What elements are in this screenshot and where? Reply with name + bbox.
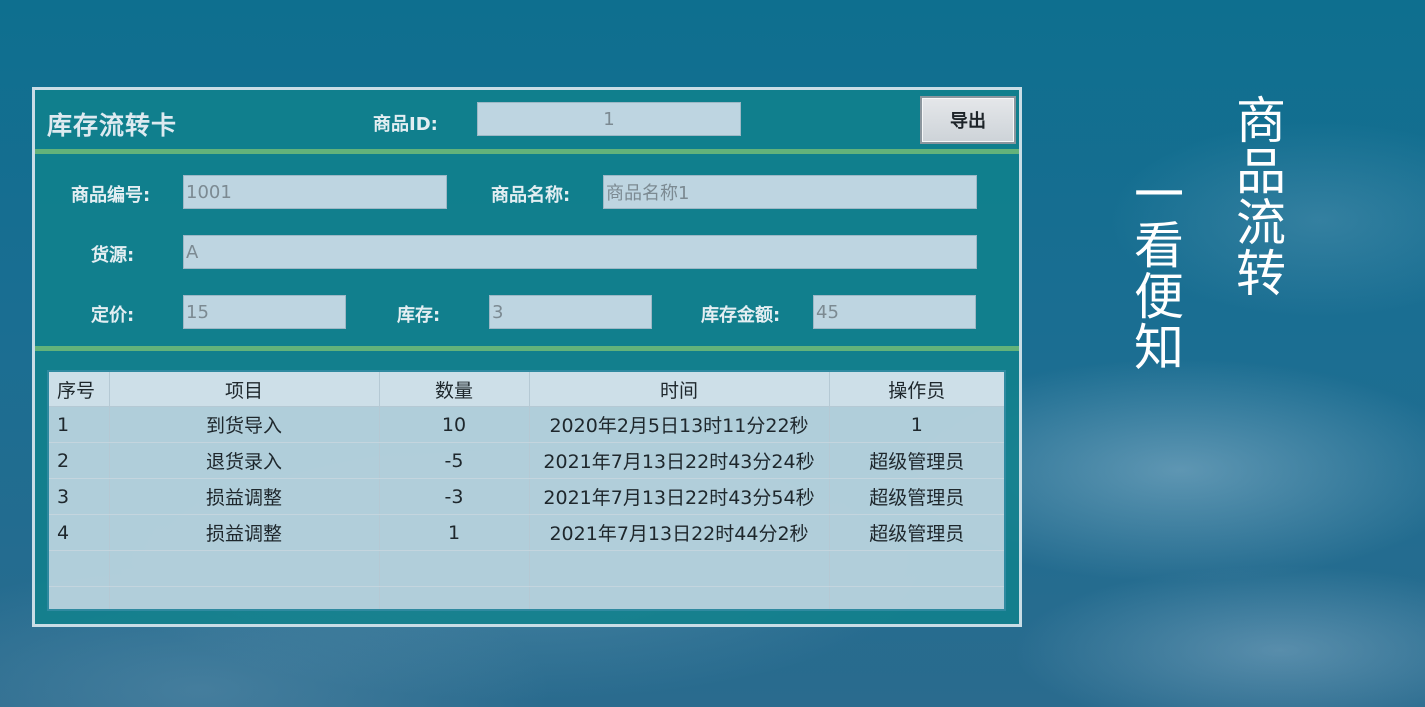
cell-empty	[829, 586, 1004, 609]
source-field[interactable]	[183, 235, 977, 269]
flow-records-table: 序号 项目 数量 时间 操作员 1 到货导入 10 2020年2月5日13时11…	[49, 372, 1004, 609]
cell-time: 2020年2月5日13时11分22秒	[529, 406, 830, 443]
cell-item: 损益调整	[109, 478, 380, 515]
product-id-input[interactable]	[477, 102, 741, 136]
cell-no: 3	[49, 478, 110, 515]
column-header-no[interactable]: 序号	[49, 372, 110, 407]
column-header-item[interactable]: 项目	[109, 372, 380, 407]
slogan-line-1: 商品流转	[1228, 94, 1286, 298]
inventory-flow-card: 库存流转卡 商品ID: 导出 商品编号: 商品名称: 货源: 定价: 库存: 库…	[32, 87, 1022, 627]
stock-amount-label: 库存金额:	[701, 305, 781, 326]
column-header-quantity[interactable]: 数量	[379, 372, 530, 407]
cell-time: 2021年7月13日22时43分54秒	[529, 478, 830, 515]
cell-quantity: 10	[379, 406, 530, 443]
cell-quantity: -3	[379, 478, 530, 515]
cell-time: 2021年7月13日22时43分24秒	[529, 442, 830, 479]
cell-no: 4	[49, 514, 110, 551]
flow-records-grid[interactable]: 序号 项目 数量 时间 操作员 1 到货导入 10 2020年2月5日13时11…	[47, 370, 1006, 611]
price-field[interactable]	[183, 295, 346, 329]
cell-operator: 1	[829, 406, 1004, 443]
cell-empty	[529, 550, 830, 587]
slogan-line-2: 一看便知	[1126, 168, 1184, 372]
cell-item: 损益调整	[109, 514, 380, 551]
cell-operator: 超级管理员	[829, 478, 1004, 515]
table-row-empty[interactable]	[49, 550, 1004, 587]
stock-label: 库存:	[397, 305, 441, 326]
cell-empty	[379, 586, 530, 609]
cell-quantity: 1	[379, 514, 530, 551]
product-id-label: 商品ID:	[373, 114, 438, 135]
cell-operator: 超级管理员	[829, 514, 1004, 551]
cell-empty	[379, 550, 530, 587]
cell-empty	[109, 550, 380, 587]
table-row[interactable]: 4 损益调整 1 2021年7月13日22时44分2秒 超级管理员	[49, 514, 1004, 551]
cell-empty	[829, 550, 1004, 587]
cell-empty	[529, 586, 830, 609]
cell-time: 2021年7月13日22时44分2秒	[529, 514, 830, 551]
card-header: 库存流转卡 商品ID: 导出	[35, 90, 1019, 150]
product-code-field[interactable]	[183, 175, 447, 209]
product-code-label: 商品编号:	[71, 185, 151, 206]
table-row[interactable]: 3 损益调整 -3 2021年7月13日22时43分54秒 超级管理员	[49, 478, 1004, 515]
card-title: 库存流转卡	[47, 111, 178, 140]
cell-operator: 超级管理员	[829, 442, 1004, 479]
cell-no: 2	[49, 442, 110, 479]
table-row[interactable]: 2 退货录入 -5 2021年7月13日22时43分24秒 超级管理员	[49, 442, 1004, 479]
cell-item: 到货导入	[109, 406, 380, 443]
cell-empty	[49, 550, 110, 587]
export-button[interactable]: 导出	[920, 96, 1016, 144]
column-header-operator[interactable]: 操作员	[829, 372, 1004, 407]
cell-empty	[109, 586, 380, 609]
header-separator	[35, 149, 1019, 154]
table-row[interactable]: 1 到货导入 10 2020年2月5日13时11分22秒 1	[49, 406, 1004, 443]
cell-quantity: -5	[379, 442, 530, 479]
body-separator	[35, 346, 1019, 351]
cell-no: 1	[49, 406, 110, 443]
column-header-time[interactable]: 时间	[529, 372, 830, 407]
table-row-empty[interactable]	[49, 586, 1004, 609]
price-label: 定价:	[91, 305, 135, 326]
cell-empty	[49, 586, 110, 609]
source-label: 货源:	[91, 245, 135, 266]
table-header-row: 序号 项目 数量 时间 操作员	[49, 372, 1004, 407]
cell-item: 退货录入	[109, 442, 380, 479]
stock-field[interactable]	[489, 295, 652, 329]
stock-amount-field[interactable]	[813, 295, 976, 329]
product-name-label: 商品名称:	[491, 185, 571, 206]
product-name-field[interactable]	[603, 175, 977, 209]
